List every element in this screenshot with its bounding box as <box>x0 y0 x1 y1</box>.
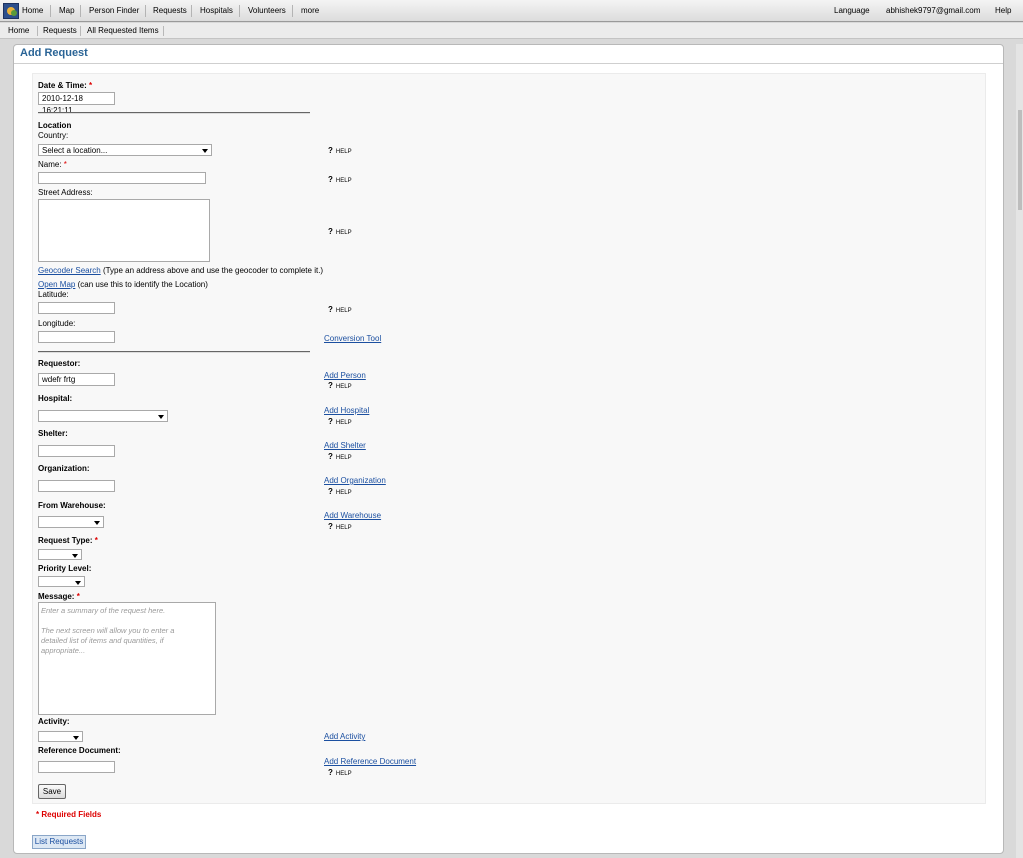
list-requests-button[interactable]: List Requests <box>32 835 86 849</box>
country-select[interactable]: Select a location... <box>38 144 212 156</box>
shelter-input[interactable] <box>38 445 115 457</box>
nav-help[interactable]: Help <box>995 0 1011 22</box>
section-divider <box>38 351 310 353</box>
page-title: Add Request <box>20 47 88 59</box>
location-name-label: Name: * <box>38 160 67 169</box>
activity-select[interactable] <box>38 731 83 742</box>
app-logo-icon[interactable] <box>3 3 19 19</box>
add-warehouse-link[interactable]: Add Warehouse <box>324 511 381 520</box>
subnav-separator <box>163 26 164 36</box>
datetime-input[interactable]: 2010-12-18 16:21:11 <box>38 92 115 115</box>
nav-requests[interactable]: Requests <box>153 0 187 22</box>
open-map-row: Open Map (can use this to identify the L… <box>38 280 208 289</box>
help-name[interactable]: ? HELP <box>328 175 352 184</box>
nav-separator <box>239 5 240 17</box>
nav-separator <box>80 5 81 17</box>
chevron-down-icon <box>72 554 78 558</box>
country-label: Country: <box>38 131 69 140</box>
chevron-down-icon <box>94 521 100 525</box>
conversion-tool-link[interactable]: Conversion Tool <box>324 334 381 343</box>
add-person-link[interactable]: Add Person <box>324 371 366 380</box>
page-scrollbar-thumb[interactable] <box>1018 110 1022 210</box>
street-address-label: Street Address: <box>38 188 93 197</box>
add-shelter-link[interactable]: Add Shelter <box>324 441 366 450</box>
nav-user-account[interactable]: abhishek9797@gmail.com <box>886 0 980 22</box>
longitude-input[interactable] <box>38 331 115 343</box>
subnav-requests[interactable]: Requests <box>43 23 77 39</box>
warehouse-select[interactable] <box>38 516 104 528</box>
reference-document-input[interactable] <box>38 761 115 773</box>
add-hospital-link[interactable]: Add Hospital <box>324 406 369 415</box>
geocoder-search-link[interactable]: Geocoder Search <box>38 266 101 275</box>
title-divider <box>14 63 1003 64</box>
help-street[interactable]: ? HELP <box>328 227 352 236</box>
hospital-select[interactable] <box>38 410 168 422</box>
street-address-textarea[interactable] <box>38 199 210 262</box>
reference-document-label: Reference Document: <box>38 746 121 755</box>
nav-map[interactable]: Map <box>59 0 75 22</box>
message-placeholder-summary: Enter a summary of the request here. <box>41 606 166 615</box>
subnav-separator <box>80 26 81 36</box>
add-activity-link[interactable]: Add Activity <box>324 732 365 741</box>
datetime-label: Date & Time: * <box>38 81 93 90</box>
nav-volunteers[interactable]: Volunteers <box>248 0 286 22</box>
subnav-separator <box>37 26 38 36</box>
geocoder-row: Geocoder Search (Type an address above a… <box>38 266 324 275</box>
add-reference-document-link[interactable]: Add Reference Document <box>324 757 416 766</box>
chevron-down-icon <box>73 736 79 740</box>
priority-level-select[interactable] <box>38 576 85 587</box>
help-latitude[interactable]: ? HELP <box>328 305 352 314</box>
priority-level-label: Priority Level: <box>38 564 92 573</box>
nav-separator <box>50 5 51 17</box>
help-shelter[interactable]: ? HELP <box>328 452 352 461</box>
nav-separator <box>191 5 192 17</box>
help-warehouse[interactable]: ? HELP <box>328 522 352 531</box>
required-fields-note: * Required Fields <box>36 810 102 819</box>
chevron-down-icon <box>202 149 208 153</box>
shelter-label: Shelter: <box>38 429 68 438</box>
request-type-select[interactable] <box>38 549 82 560</box>
add-organization-link[interactable]: Add Organization <box>324 476 386 485</box>
request-type-label: Request Type: * <box>38 536 98 545</box>
location-name-input[interactable] <box>38 172 206 184</box>
save-button[interactable]: Save <box>38 784 66 799</box>
subnav-all-requested-items[interactable]: All Requested Items <box>87 23 159 39</box>
chevron-down-icon <box>75 581 81 585</box>
nav-separator <box>292 5 293 17</box>
top-nav-bar: Home Map Person Finder Requests Hospital… <box>0 0 1023 22</box>
help-requestor[interactable]: ? HELP <box>328 381 352 390</box>
message-placeholder-detail: The next screen will allow you to enter … <box>41 626 175 655</box>
hospital-label: Hospital: <box>38 394 73 403</box>
help-country[interactable]: ? HELP <box>328 146 352 155</box>
message-label: Message: * <box>38 592 80 601</box>
warehouse-label: From Warehouse: <box>38 501 106 510</box>
help-organization[interactable]: ? HELP <box>328 487 352 496</box>
longitude-label: Longitude: <box>38 319 76 328</box>
requestor-input[interactable]: wdefr frtg <box>38 373 115 386</box>
nav-hospitals[interactable]: Hospitals <box>200 0 233 22</box>
nav-person-finder[interactable]: Person Finder <box>89 0 139 22</box>
nav-separator <box>145 5 146 17</box>
sub-nav-bar: Home Requests All Requested Items <box>0 23 1023 39</box>
requestor-label: Requestor: <box>38 359 81 368</box>
nav-more[interactable]: more <box>301 0 319 22</box>
latitude-label: Latitude: <box>38 290 69 299</box>
activity-label: Activity: <box>38 717 70 726</box>
nav-home[interactable]: Home <box>22 0 43 22</box>
section-divider <box>38 112 310 114</box>
message-textarea[interactable]: Enter a summary of the request here. The… <box>38 602 216 715</box>
location-heading: Location <box>38 121 72 130</box>
nav-language[interactable]: Language <box>834 0 870 22</box>
latitude-input[interactable] <box>38 302 115 314</box>
open-map-link[interactable]: Open Map <box>38 280 75 289</box>
subnav-home[interactable]: Home <box>8 23 29 39</box>
organization-label: Organization: <box>38 464 90 473</box>
chevron-down-icon <box>158 415 164 419</box>
help-reference-document[interactable]: ? HELP <box>328 768 352 777</box>
organization-input[interactable] <box>38 480 115 492</box>
help-hospital[interactable]: ? HELP <box>328 417 352 426</box>
